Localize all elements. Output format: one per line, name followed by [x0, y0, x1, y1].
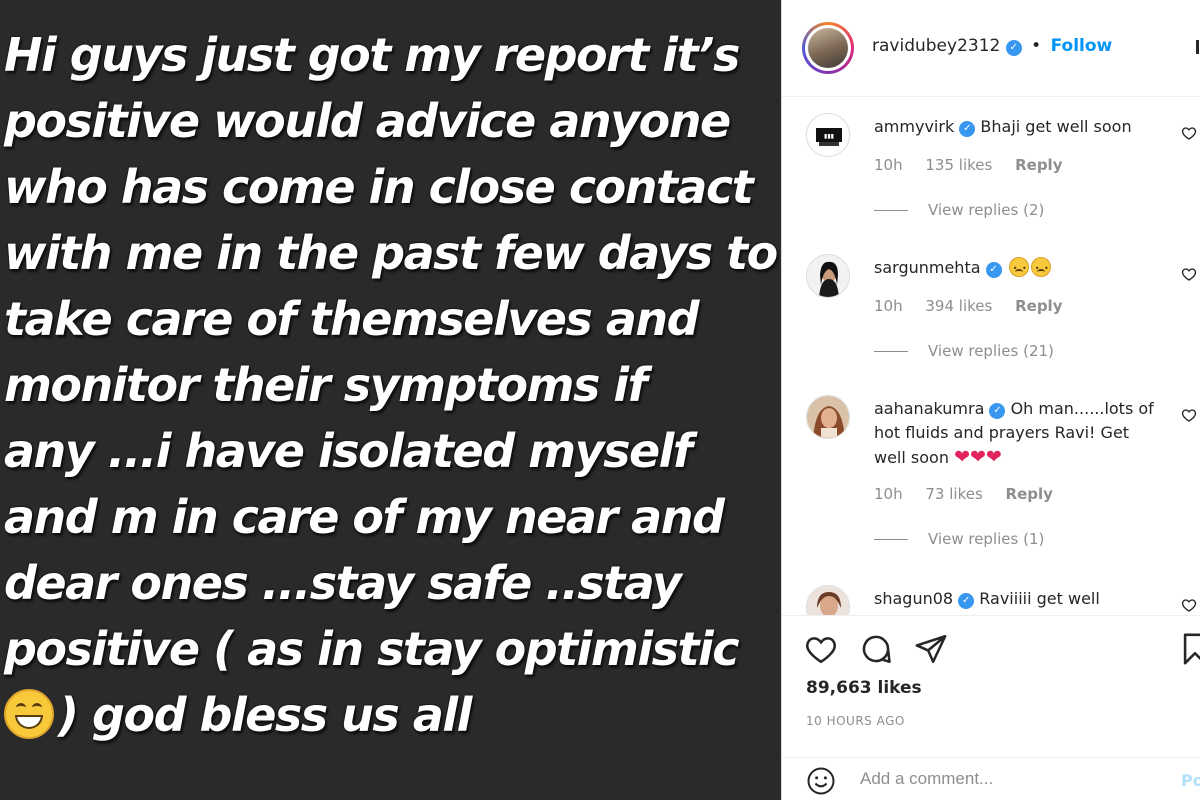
follow-button[interactable]: Follow [1051, 36, 1113, 56]
story-line: Hi guys just got my report it’s [4, 28, 740, 82]
like-comment-heart-icon[interactable] [1181, 125, 1197, 141]
more-options-icon[interactable] [1196, 40, 1200, 54]
commenter-avatar[interactable]: ▮▮▮ [806, 113, 850, 157]
comment-text: Raviiiii get well [979, 589, 1100, 608]
story-line: ) god bless us all [58, 688, 472, 742]
sad-face-emoji-icon [1008, 257, 1029, 281]
story-last-line: ) god bless us all [4, 682, 781, 748]
post-header: ravidubey2312 ✓ • Follow [782, 0, 1200, 97]
like-comment-heart-icon[interactable] [1181, 266, 1197, 282]
post-image: Hi guys just got my report it’s positive… [0, 0, 781, 800]
story-line: who has come in close contact [4, 160, 754, 214]
comment-body: shagun08 ✓ Raviiiii get well [874, 587, 1164, 611]
author-username[interactable]: ravidubey2312 [872, 36, 1000, 56]
view-replies-button[interactable]: View replies (1) [874, 530, 1044, 548]
story-text: Hi guys just got my report it’s positive… [4, 22, 781, 748]
comment-body: ammyvirk ✓ Bhaji get well soon [874, 115, 1164, 139]
comment-time: 10h [874, 297, 903, 315]
comment-username[interactable]: sargunmehta [874, 258, 981, 277]
story-line: and m in care of my near and [4, 490, 725, 544]
save-bookmark-icon[interactable] [1178, 632, 1200, 666]
comment-username[interactable]: shagun08 [874, 589, 953, 608]
red-heart-emoji-icon: ❤❤❤ [954, 446, 1002, 468]
story-line: positive would advice anyone [4, 94, 731, 148]
view-replies-button[interactable]: View replies (21) [874, 342, 1054, 360]
reply-button[interactable]: Reply [1015, 156, 1062, 174]
sad-face-emoji-icon [1030, 257, 1051, 281]
share-paper-plane-icon[interactable] [914, 632, 948, 666]
like-comment-heart-icon[interactable] [1181, 407, 1197, 423]
post-timestamp[interactable]: 10 HOURS AGO [806, 714, 905, 728]
commenter-avatar[interactable] [806, 395, 850, 439]
reply-button[interactable]: Reply [1006, 485, 1053, 503]
add-comment-input[interactable] [860, 769, 1160, 789]
comment-username[interactable]: ammyvirk [874, 117, 954, 136]
separator-dot: • [1031, 36, 1042, 56]
story-line: take care of themselves and [4, 292, 700, 346]
story-line: dear ones ...stay safe ..stay [4, 556, 682, 610]
comment-likes[interactable]: 73 likes [925, 485, 982, 503]
svg-text:▮▮▮: ▮▮▮ [824, 133, 834, 140]
comment-composer: Post [782, 757, 1200, 801]
post-comment-button[interactable]: Post [1181, 771, 1200, 790]
view-replies-button[interactable]: View replies (2) [874, 201, 1044, 219]
comment-meta: 10h 394 likes Reply [874, 297, 1080, 315]
comment-list[interactable]: ▮▮▮ ammyvirk ✓ Bhaji get well soon 10h 1… [782, 97, 1200, 615]
comment-time: 10h [874, 156, 903, 174]
grinning-face-emoji-icon [4, 689, 54, 739]
author-avatar[interactable] [802, 22, 854, 74]
verified-badge-icon: ✓ [958, 593, 975, 609]
like-comment-heart-icon[interactable] [1181, 597, 1197, 613]
post-actions: 89,663 likes 10 HOURS AGO [782, 615, 1200, 766]
comment-bubble-icon[interactable] [859, 632, 893, 666]
comment-meta: 10h 73 likes Reply [874, 485, 1071, 503]
comment-likes[interactable]: 394 likes [925, 297, 992, 315]
verified-badge-icon: ✓ [959, 121, 976, 137]
verified-badge-icon: ✓ [1005, 40, 1022, 56]
comment-likes[interactable]: 135 likes [925, 156, 992, 174]
post-sidebar: ravidubey2312 ✓ • Follow ▮▮▮ ammyvirk ✓ … [781, 0, 1200, 800]
story-line: any ...i have isolated myself [4, 424, 693, 478]
likes-count[interactable]: 89,663 likes [806, 678, 922, 698]
reply-button[interactable]: Reply [1015, 297, 1062, 315]
story-line: monitor their symptoms if [4, 358, 648, 412]
story-line: with me in the past few days to [4, 226, 778, 280]
comment-meta: 10h 135 likes Reply [874, 156, 1080, 174]
commenter-avatar[interactable] [806, 585, 850, 615]
story-line: positive ( as in stay optimistic [4, 622, 740, 676]
emoji-picker-icon[interactable] [806, 766, 836, 796]
commenter-avatar[interactable] [806, 254, 850, 298]
comment-text: Bhaji get well soon [980, 117, 1132, 136]
comment-time: 10h [874, 485, 903, 503]
like-heart-icon[interactable] [804, 632, 838, 666]
comment-username[interactable]: aahanakumra [874, 399, 984, 418]
author-info: ravidubey2312 ✓ • Follow [872, 36, 1112, 56]
verified-badge-icon: ✓ [985, 262, 1002, 278]
verified-badge-icon: ✓ [989, 403, 1006, 419]
comment-body: aahanakumra ✓ Oh man......lots of hot fl… [874, 397, 1164, 470]
comment-body: sargunmehta ✓ [874, 256, 1164, 281]
